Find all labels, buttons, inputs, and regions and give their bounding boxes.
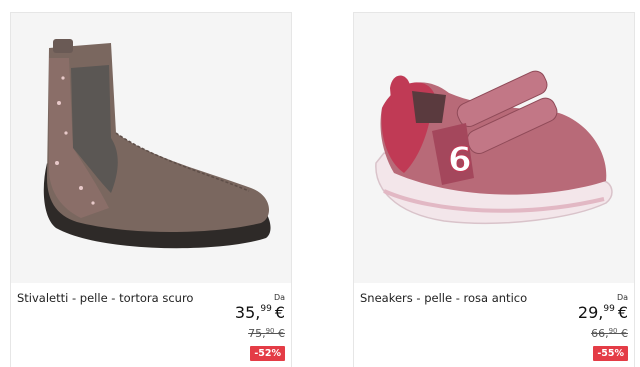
product-card[interactable]: 6 Sneakers - pelle - rosa antico Da 29,9… [353,12,635,367]
old-price-decimal: 90 [608,327,618,335]
price-from-label: Da [616,293,628,302]
old-price-integer: 75, [248,327,266,340]
product-name[interactable]: Sneakers - pelle - rosa antico [360,291,527,305]
old-price-currency: € [617,327,628,340]
price-currency: € [274,303,285,322]
product-image[interactable]: 6 [354,13,634,283]
original-price: 66,90 € [591,327,628,340]
ankle-boot-icon [43,39,271,249]
old-price-decimal: 90 [265,327,275,335]
discount-badge: -55% [593,346,628,361]
svg-text:6: 6 [448,140,472,180]
product-name[interactable]: Stivaletti - pelle - tortora scuro [17,291,193,305]
price-from-label: Da [273,293,285,302]
old-price-integer: 66, [591,327,609,340]
price-integer: 35, [234,303,261,322]
price-integer: 29, [577,303,604,322]
old-price-currency: € [274,327,285,340]
current-price: 35,99 € [235,303,285,322]
sneaker-icon: 6 [375,70,613,225]
price-decimal: 99 [603,304,615,314]
product-image[interactable] [11,13,291,283]
product-card[interactable]: Stivaletti - pelle - tortora scuro Da 35… [10,12,292,367]
original-price: 75,90 € [248,327,285,340]
current-price: 29,99 € [578,303,628,322]
price-currency: € [617,303,628,322]
price-decimal: 99 [260,304,272,314]
discount-badge: -52% [250,346,285,361]
